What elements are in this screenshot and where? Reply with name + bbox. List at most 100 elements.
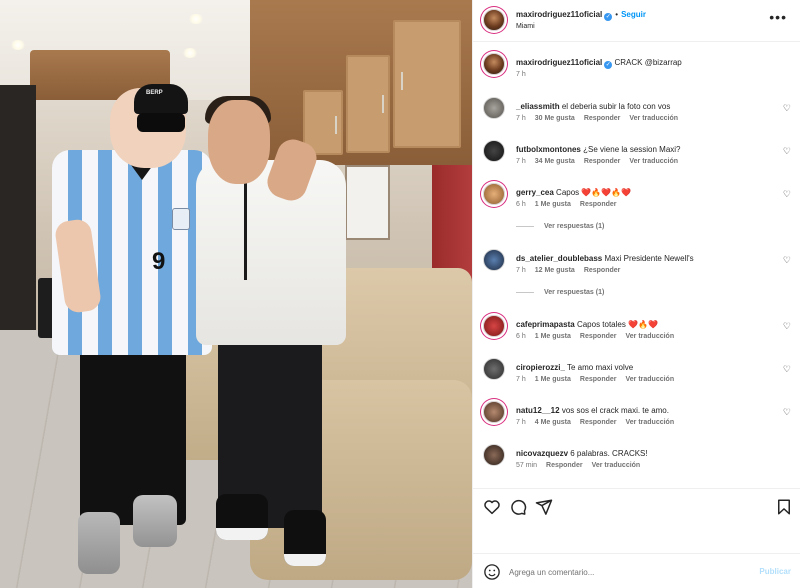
author-avatar[interactable] [483, 53, 505, 75]
comment-text: Maxi Presidente Newell's [604, 254, 694, 263]
commenter-username[interactable]: cafeprimapasta [516, 320, 575, 329]
photo-light [188, 14, 204, 24]
reply-button[interactable]: Responder [546, 462, 583, 469]
commenter-username[interactable]: ciropierozzi_ [516, 363, 565, 372]
post-actions-bar [473, 488, 800, 538]
commenter-avatar[interactable] [483, 183, 505, 205]
author-line: maxirodriguez11oficial ✓ • Seguir [516, 10, 646, 21]
heart-icon[interactable]: ♡ [783, 189, 791, 200]
commenter-avatar[interactable] [483, 249, 505, 271]
comment-likes[interactable]: 1 Me gusta [535, 376, 571, 383]
photo-window [345, 165, 390, 240]
reply-button[interactable]: Responder [584, 115, 621, 122]
commenter-username[interactable]: ds_atelier_doublebass [516, 254, 602, 263]
view-replies-button[interactable]: Ver respuestas (1) [516, 223, 604, 230]
send-icon[interactable] [535, 498, 553, 516]
person2-drawstring [244, 180, 247, 280]
post-header: maxirodriguez11oficial ✓ • Seguir Miami ••• [473, 0, 800, 42]
commenter-username[interactable]: _eliassmith [516, 102, 560, 111]
translate-button[interactable]: Ver traducción [625, 333, 674, 340]
bookmark-icon[interactable] [775, 498, 793, 516]
commenter-avatar[interactable] [483, 97, 505, 119]
commenter-avatar[interactable] [483, 401, 505, 423]
person1-cap-text: BERP [146, 90, 163, 96]
heart-icon[interactable]: ♡ [783, 321, 791, 332]
commenter-username[interactable]: futbolxmontones [516, 145, 581, 154]
comment-time: 7 h [516, 419, 526, 426]
post-location[interactable]: Miami [516, 23, 535, 30]
comment-item: _eliassmith el deberia subir la foto con… [473, 95, 800, 135]
comment-likes[interactable]: 12 Me gusta [535, 267, 575, 274]
reply-button[interactable]: Responder [584, 267, 621, 274]
comment-text: Capos totales ❤️🔥❤️ [576, 320, 658, 329]
heart-icon[interactable]: ♡ [783, 407, 791, 418]
translate-button[interactable]: Ver traducción [629, 158, 678, 165]
comment-likes[interactable]: 1 Me gusta [535, 333, 571, 340]
more-options-icon[interactable]: ••• [769, 9, 787, 25]
comment-body: _eliassmith el deberia subir la foto con… [516, 101, 778, 112]
commenter-avatar[interactable] [483, 140, 505, 162]
reply-button[interactable]: Responder [580, 419, 617, 426]
commenter-username[interactable]: gerry_cea [516, 188, 554, 197]
comment-body: gerry_cea Capos ❤️🔥❤️🔥❤️ [516, 187, 778, 198]
commenter-avatar[interactable] [483, 358, 505, 380]
heart-icon[interactable]: ♡ [783, 103, 791, 114]
comment-likes[interactable]: 1 Me gusta [535, 201, 571, 208]
comment-time: 7 h [516, 376, 526, 383]
comment-time: 6 h [516, 333, 526, 340]
commenter-avatar[interactable] [483, 315, 505, 337]
comment-icon[interactable] [509, 498, 527, 516]
heart-icon[interactable]: ♡ [783, 364, 791, 375]
comment-likes[interactable]: 4 Me gusta [535, 419, 571, 426]
reply-button[interactable]: Responder [580, 376, 617, 383]
caption-username[interactable]: maxirodriguez11oficial [516, 58, 602, 67]
comment-meta: 6 h 1 Me gusta Responder [516, 201, 625, 208]
comments-list[interactable]: maxirodriguez11oficial ✓ CRACK @bizarrap … [473, 43, 800, 488]
person2-shoe [284, 510, 326, 566]
publish-button[interactable]: Publicar [759, 567, 791, 576]
emoji-icon[interactable] [483, 563, 501, 581]
commenter-username[interactable]: nicovazquezv [516, 449, 568, 458]
comment-meta: 6 h 1 Me gusta Responder Ver traducción [516, 333, 683, 340]
heart-icon[interactable]: ♡ [783, 255, 791, 266]
comment-item: nicovazquezv 6 palabras. CRACKS! 57 min R… [473, 442, 800, 482]
caption-meta: 7 h [516, 71, 535, 78]
comment-body: nicovazquezv 6 palabras. CRACKS! [516, 448, 778, 459]
comment-time: 57 min [516, 462, 538, 469]
comment-text: el deberia subir la foto con vos [561, 102, 671, 111]
comment-body: ds_atelier_doublebass Maxi Presidente Ne… [516, 253, 778, 264]
comment-likes[interactable]: 34 Me gusta [535, 158, 575, 165]
post-side-panel: maxirodriguez11oficial ✓ • Seguir Miami •••… [472, 0, 800, 588]
view-replies-button[interactable]: Ver respuestas (1) [516, 289, 604, 296]
comment-likes[interactable]: 30 Me gusta [535, 115, 575, 122]
translate-button[interactable]: Ver traducción [625, 376, 674, 383]
heart-icon[interactable] [483, 498, 501, 516]
comment-body: natu12__12 vos sos el crack maxi. te amo… [516, 405, 778, 416]
author-username[interactable]: maxirodriguez11oficial [516, 10, 602, 19]
photo-light [182, 48, 198, 58]
comment-item: futbolxmontones ¿Se viene la session Max… [473, 138, 800, 178]
reply-button[interactable]: Responder [580, 201, 617, 208]
translate-button[interactable]: Ver traducción [625, 419, 674, 426]
heart-icon[interactable]: ♡ [783, 146, 791, 157]
post-photo[interactable]: 9 BERP [0, 0, 472, 588]
comment-input[interactable] [509, 564, 729, 580]
verified-icon: ✓ [604, 61, 613, 69]
commenter-username[interactable]: natu12__12 [516, 406, 560, 415]
commenter-avatar[interactable] [483, 444, 505, 466]
person1-jersey-number: 9 [152, 248, 166, 275]
post-caption: maxirodriguez11oficial ✓ CRACK @bizarrap … [473, 51, 800, 91]
comment-item: cafeprimapasta Capos totales ❤️🔥❤️ 6 h 1 … [473, 313, 800, 353]
separator-dot: • [615, 10, 619, 19]
translate-button[interactable]: Ver traducción [592, 462, 641, 469]
caption-time: 7 h [516, 71, 526, 78]
author-avatar[interactable] [483, 9, 505, 31]
photo-cabinet [393, 20, 461, 148]
person1-sunglasses [137, 113, 185, 132]
follow-button[interactable]: Seguir [621, 10, 646, 19]
reply-button[interactable]: Responder [584, 158, 621, 165]
reply-button[interactable]: Responder [580, 333, 617, 340]
comment-text: vos sos el crack maxi. te amo. [561, 406, 669, 415]
translate-button[interactable]: Ver traducción [629, 115, 678, 122]
comment-body: futbolxmontones ¿Se viene la session Max… [516, 144, 778, 155]
